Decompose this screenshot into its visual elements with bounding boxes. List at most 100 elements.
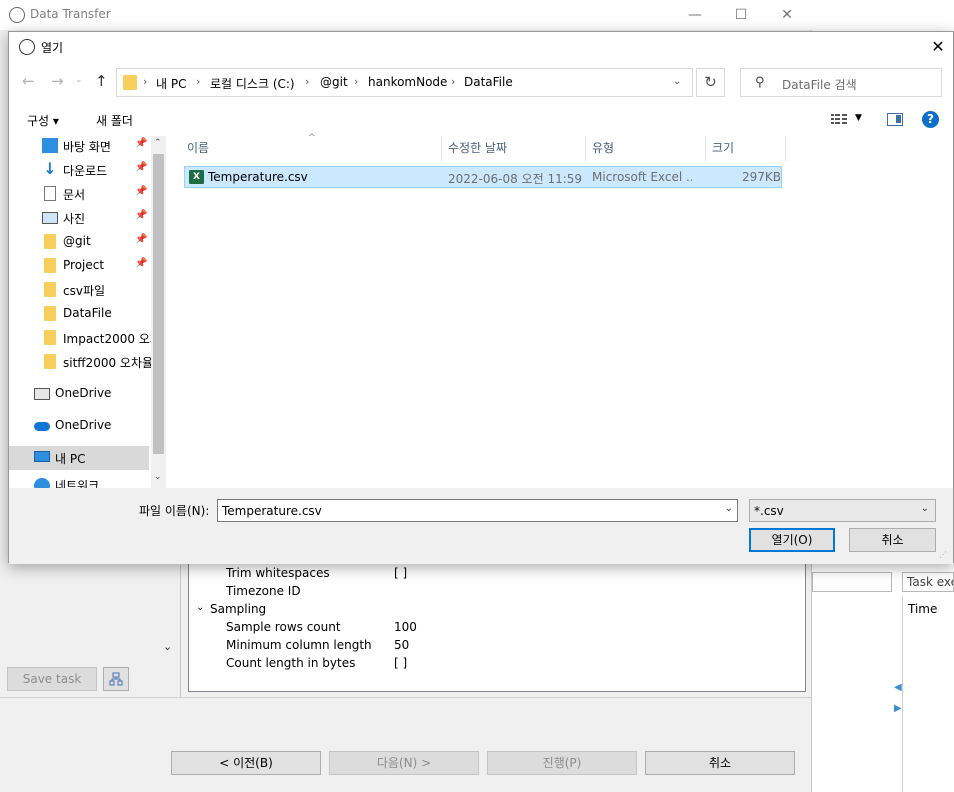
pin-icon[interactable]: 📌 [135, 258, 147, 269]
column-header-name[interactable]: 이름 [187, 136, 209, 161]
task-exec-label: Task exec [902, 572, 954, 592]
chevron-right-icon: › [354, 75, 359, 88]
dialog-footer: 파일 이름(N): Temperature.csv ⌄ *.csv ⌄ 열기(O… [9, 488, 953, 564]
folder-icon [44, 234, 56, 249]
property-value[interactable]: 50 [394, 638, 409, 652]
address-bar[interactable]: › 내 PC › 로컬 디스크 (C:) › @git › hankomNode… [116, 68, 693, 97]
filetype-select[interactable]: *.csv ⌄ [749, 499, 936, 522]
chevron-right-icon: › [143, 75, 148, 88]
right-input[interactable] [812, 572, 892, 592]
app-icon [19, 39, 35, 55]
column-header-date[interactable]: 수정한 날짜 [448, 136, 507, 161]
breadcrumb-item[interactable]: DataFile [464, 75, 513, 89]
open-file-dialog: 열기 ✕ ← → ⌄ ↑ › 내 PC › 로컬 디스크 (C:) › @git… [8, 31, 954, 564]
divider [0, 697, 812, 698]
proceed-button[interactable]: 진행(P) [487, 751, 637, 775]
tree-view-button[interactable] [103, 667, 129, 691]
pin-icon[interactable]: 📌 [135, 162, 147, 173]
close-button[interactable]: ✕ [923, 32, 953, 62]
dialog-title: 열기 [41, 41, 64, 55]
view-options-icon[interactable] [831, 113, 849, 126]
breadcrumb-item[interactable]: 내 PC [156, 75, 186, 92]
filetype-value: *.csv [754, 504, 784, 518]
chevron-right-icon: › [451, 75, 456, 88]
next-button[interactable]: 다음(N) > [329, 751, 479, 775]
chevron-down-icon[interactable]: ⌄ [196, 602, 204, 613]
nav-item-impact2000[interactable]: Impact2000 오차 [9, 326, 153, 350]
prev-button[interactable]: < 이전(B) [171, 751, 321, 775]
chevron-down-icon[interactable]: ⌄ [725, 503, 733, 514]
organize-button[interactable]: 구성 ▾ [27, 112, 59, 129]
chevron-up-icon[interactable]: ⌃ [154, 138, 162, 148]
nav-item-pictures[interactable]: 사진 📌 [9, 206, 149, 230]
pin-icon[interactable]: 📌 [135, 234, 147, 245]
column-divider[interactable] [585, 136, 586, 161]
new-folder-button[interactable]: 새 폴더 [96, 112, 133, 129]
search-box[interactable]: ⚲ DataFile 검색 [740, 68, 942, 97]
pin-icon[interactable]: 📌 [135, 210, 147, 221]
nav-item-this-pc[interactable]: 내 PC [9, 446, 149, 470]
chevron-down-icon: ⌄ [920, 503, 929, 514]
breadcrumb-item[interactable]: 로컬 디스크 (C:) [210, 75, 295, 92]
breadcrumb-item[interactable]: hankomNode [368, 75, 447, 89]
column-divider[interactable] [785, 136, 786, 161]
download-icon: ↓ [43, 159, 57, 178]
column-divider[interactable] [705, 136, 706, 161]
property-value[interactable]: [ ] [394, 656, 407, 670]
column-divider[interactable] [441, 136, 442, 161]
property-group-label[interactable]: Sampling [210, 602, 266, 616]
computer-icon [34, 451, 50, 462]
chevron-right-icon: › [305, 75, 310, 88]
file-size: 297KB [742, 170, 782, 184]
resize-grip-icon[interactable]: ⋰ [939, 550, 947, 559]
recent-dropdown-icon[interactable]: ⌄ [75, 75, 83, 85]
property-label: Timezone ID [226, 584, 301, 598]
breadcrumb-item[interactable]: @git [320, 75, 348, 89]
chevron-down-icon[interactable]: ⌄ [154, 472, 162, 482]
arrow-left-icon[interactable]: ◀ [894, 682, 902, 693]
nav-item-onedrive-personal[interactable]: OneDrive [9, 382, 149, 406]
nav-item-datafile[interactable]: DataFile [9, 302, 149, 326]
back-arrow-icon[interactable]: ← [22, 72, 35, 90]
nav-item-csv-folder[interactable]: csv파일 [9, 278, 149, 302]
search-placeholder: DataFile 검색 [782, 78, 857, 92]
up-arrow-icon[interactable]: ↑ [95, 72, 108, 90]
minimize-button[interactable]: — [672, 0, 718, 30]
pin-icon[interactable]: 📌 [135, 186, 147, 197]
nav-item-documents[interactable]: 문서 📌 [9, 182, 149, 206]
nav-item-network[interactable]: 네트워크 [9, 476, 149, 488]
nav-item-downloads[interactable]: ↓ 다운로드 📌 [9, 158, 149, 182]
bg-window-title: Data Transfer [30, 7, 111, 21]
pin-icon[interactable]: 📌 [135, 138, 147, 149]
cancel-button[interactable]: 취소 [849, 528, 936, 552]
property-value[interactable]: 100 [394, 620, 417, 634]
document-icon [44, 186, 56, 201]
close-button[interactable]: ✕ [764, 0, 810, 30]
nav-item-git[interactable]: @git 📌 [9, 230, 149, 254]
nav-item-onedrive[interactable]: OneDrive [9, 414, 149, 438]
cancel-button[interactable]: 취소 [645, 751, 795, 775]
maximize-button[interactable]: ☐ [718, 0, 764, 30]
desktop-icon [42, 138, 58, 153]
scrollbar-thumb[interactable] [153, 154, 164, 454]
chevron-down-icon[interactable]: ⌄ [163, 640, 172, 653]
chevron-down-icon[interactable]: ⌄ [673, 76, 681, 87]
open-button[interactable]: 열기(O) [749, 528, 835, 552]
filename-input[interactable]: Temperature.csv ⌄ [217, 499, 738, 522]
chevron-down-icon[interactable]: ▼ [855, 113, 862, 123]
nav-item-desktop[interactable]: 바탕 화면 📌 [9, 136, 149, 158]
arrow-right-icon[interactable]: ▶ [894, 703, 902, 714]
file-list: ^ 이름 수정한 날짜 유형 크기 X Temperature.csv 2022… [169, 133, 953, 488]
help-icon[interactable]: ? [922, 111, 939, 128]
refresh-button[interactable]: ↻ [696, 68, 725, 97]
property-value[interactable]: [ ] [394, 566, 407, 580]
forward-arrow-icon[interactable]: → [51, 72, 64, 90]
preview-pane-icon[interactable] [887, 113, 903, 126]
file-row[interactable]: X Temperature.csv 2022-06-08 오전 11:59 Mi… [184, 166, 782, 188]
column-header-type[interactable]: 유형 [592, 136, 614, 161]
save-task-button[interactable]: Save task [7, 667, 97, 691]
nav-item-project[interactable]: Project 📌 [9, 254, 149, 278]
column-header-size[interactable]: 크기 [712, 136, 734, 161]
nav-scrollbar[interactable]: ⌃ ⌄ [151, 136, 166, 488]
nav-item-sitff2000[interactable]: sitff2000 오차율 [9, 350, 153, 374]
